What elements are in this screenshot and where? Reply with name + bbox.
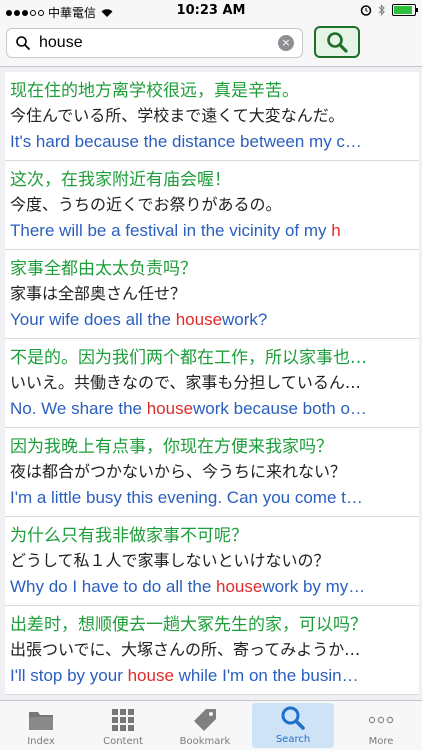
result-item[interactable]: 出差时，想顺便去一趟大冢先生的家，可以吗？ 出張ついでに、大塚さんの所、寄ってみ… <box>5 606 419 695</box>
tab-bar: Index Content Bookmark Search More <box>0 700 422 750</box>
results-list: 现在住的地方离学校很远，真是辛苦。 今住んでいる所、学校まで遠くて大変なんだ。 … <box>5 72 419 698</box>
search-input[interactable] <box>37 33 278 53</box>
result-item[interactable]: 不是的。因为我们两个都在工作，所以家事也… いいえ。共働きなので、家事も分担して… <box>5 339 419 428</box>
status-bar: 中華電信 10:23 AM <box>0 0 422 22</box>
tab-label: Content <box>103 736 143 747</box>
highlight-text: house <box>127 666 174 685</box>
tab-label: Search <box>275 734 311 745</box>
bookmark-tag-icon <box>191 706 219 734</box>
status-time: 10:23 AM <box>176 3 246 18</box>
japanese-sentence: 今住んでいる所、学校まで遠くて大変なんだ。 <box>10 106 345 125</box>
japanese-sentence: 夜は都合がつかないから、今うちに来れない？ <box>10 462 347 481</box>
tab-bookmark[interactable]: Bookmark <box>164 701 246 750</box>
tab-label: More <box>368 736 394 747</box>
chinese-sentence: 出差时，想顺便去一趟大冢先生的家，可以吗？ <box>10 615 367 635</box>
chinese-sentence: 为什么只有我非做家事不可呢？ <box>10 526 248 546</box>
search-icon <box>279 704 307 732</box>
english-text: No. We share the <box>10 399 147 418</box>
english-text: Your wife does all the <box>10 310 176 329</box>
result-item[interactable]: 为什么只有我非做家事不可呢？ どうして私１人で家事しないといけないの？ Why … <box>5 517 419 606</box>
search-field[interactable]: × <box>6 28 303 58</box>
english-sentence: Your wife does all the housework? <box>10 306 419 334</box>
tab-search[interactable]: Search <box>252 703 334 748</box>
english-text: I'll stop by your <box>10 666 128 685</box>
english-sentence: There will be a festival in the vicinity… <box>10 217 419 245</box>
english-text: Why do I have to do all the <box>10 577 217 596</box>
english-text: while I'm on the busin… <box>173 666 359 685</box>
highlight-text: house <box>175 310 223 329</box>
english-sentence: I'm a little busy this evening. Can you … <box>10 484 419 512</box>
japanese-sentence: 家事は全部奥さん任せ？ <box>10 284 187 303</box>
chinese-sentence: 不是的。因为我们两个都在工作，所以家事也… <box>10 348 367 368</box>
japanese-sentence: 今度、うちの近くでお祭りがあるの。 <box>10 195 282 214</box>
clear-search-button[interactable]: × <box>278 35 294 51</box>
english-sentence: No. We share the housework because both … <box>10 395 419 423</box>
chinese-sentence: 家事全都由太太负责吗？ <box>10 259 197 279</box>
tab-label: Index <box>27 736 55 747</box>
tab-content[interactable]: Content <box>82 701 164 750</box>
english-text: There will be a festival in the vicinity… <box>10 221 332 240</box>
highlight-text: house <box>216 577 263 596</box>
english-sentence: I'll stop by your house while I'm on the… <box>10 662 419 690</box>
english-text: I'm a little busy this evening. Can you … <box>10 488 363 507</box>
english-text: work because both o… <box>193 399 367 418</box>
english-sentence: It's hard because the distance between m… <box>10 128 419 156</box>
tab-label: Bookmark <box>179 736 231 747</box>
search-bar: × <box>0 22 422 67</box>
chinese-sentence: 现在住的地方离学校很远，真是辛苦。 <box>10 81 299 101</box>
search-button[interactable] <box>314 26 360 58</box>
search-icon <box>327 32 348 53</box>
highlight-text: h <box>331 221 341 240</box>
japanese-sentence: どうして私１人で家事しないといけないの？ <box>10 551 330 570</box>
english-text: work? <box>222 310 268 329</box>
result-item[interactable]: 这次，在我家附近有庙会喔！ 今度、うちの近くでお祭りがあるの。 There wi… <box>5 161 419 250</box>
result-item[interactable]: 家事全都由太太负责吗？ 家事は全部奥さん任せ？ Your wife does a… <box>5 250 419 339</box>
english-text: work by my… <box>262 577 366 596</box>
grid-icon <box>109 706 137 734</box>
chinese-sentence: 这次，在我家附近有庙会喔！ <box>10 170 231 190</box>
tab-index[interactable]: Index <box>0 701 82 750</box>
bluetooth-icon <box>378 4 385 16</box>
result-item[interactable]: 现在住的地方离学校很远，真是辛苦。 今住んでいる所、学校まで遠くて大変なんだ。 … <box>5 72 419 161</box>
highlight-text: house <box>146 399 194 418</box>
result-item[interactable]: 因为我晚上有点事，你现在方便来我家吗？ 夜は都合がつかないから、今うちに来れない… <box>5 428 419 517</box>
more-icon <box>367 706 395 734</box>
magnifier-icon <box>16 36 30 50</box>
japanese-sentence: 出張ついでに、大塚さんの所、寄ってみようか… <box>10 640 361 659</box>
japanese-sentence: いいえ。共働きなので、家事も分担しているん… <box>10 373 361 392</box>
tab-more[interactable]: More <box>340 701 422 750</box>
folder-icon <box>27 706 55 734</box>
english-text: It's hard because the distance between m… <box>10 132 362 151</box>
english-sentence: Why do I have to do all the housework by… <box>10 573 419 601</box>
chinese-sentence: 因为我晚上有点事，你现在方便来我家吗？ <box>10 437 333 457</box>
battery-icon <box>392 4 418 16</box>
alarm-icon <box>360 5 372 16</box>
status-right <box>360 4 418 16</box>
